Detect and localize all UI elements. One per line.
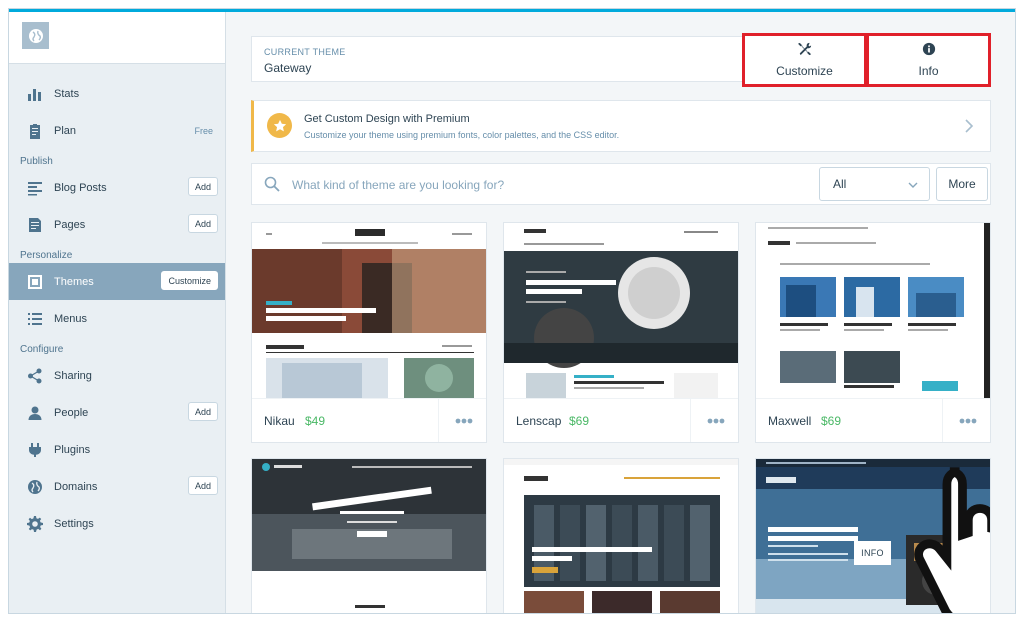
- theme-grid: Nikau $49 Lenscap $69 Maxwell $69 INFO: [251, 222, 991, 613]
- add-domain-button[interactable]: Add: [187, 476, 218, 495]
- sidebar-item-label: Plan: [54, 124, 77, 137]
- customize-theme-button[interactable]: Customize: [161, 271, 218, 290]
- chevron-down-icon: [907, 179, 919, 191]
- sidebar-item-plan[interactable]: Plan Free: [9, 112, 225, 149]
- sidebar-item-label: Sharing: [54, 369, 92, 382]
- search-icon: [264, 176, 280, 192]
- sidebar-item-menus[interactable]: Menus: [9, 300, 225, 337]
- theme-price: $69: [821, 414, 842, 428]
- theme-filter-select[interactable]: All: [819, 167, 930, 201]
- theme-info-row: Lenscap $69: [504, 398, 738, 442]
- ellipsis-icon: [455, 418, 472, 424]
- hand-cursor-icon: [914, 467, 990, 613]
- current-theme-label: CURRENT THEME: [264, 47, 346, 57]
- section-publish: Publish: [20, 156, 53, 167]
- more-filters-button[interactable]: More: [936, 167, 988, 201]
- theme-info-row: Nikau $49: [252, 398, 486, 442]
- theme-price: $49: [305, 414, 326, 428]
- sidebar-item-label: Blog Posts: [54, 181, 107, 194]
- theme-screenshot[interactable]: [756, 223, 990, 398]
- sidebar-item-label: Menus: [54, 312, 88, 325]
- sidebar-item-settings[interactable]: Settings: [9, 505, 225, 542]
- star-icon: [267, 113, 292, 138]
- theme-card-lenscap[interactable]: Lenscap $69: [503, 222, 739, 443]
- page-icon: [26, 216, 44, 234]
- sidebar-item-label: Plugins: [54, 443, 91, 456]
- info-button[interactable]: Info: [866, 33, 991, 87]
- ellipsis-icon: [707, 418, 724, 424]
- sidebar-item-label: Domains: [54, 480, 98, 493]
- theme-name[interactable]: Lenscap: [516, 414, 561, 428]
- sidebar-item-label: People: [54, 406, 89, 419]
- chevron-right-icon: [962, 118, 976, 134]
- add-people-button[interactable]: Add: [187, 402, 218, 421]
- theme-card-thefour[interactable]: [251, 458, 487, 613]
- section-configure: Configure: [20, 344, 64, 355]
- sidebar: Stats Plan Free Publish Blog Posts Add P…: [9, 12, 226, 613]
- domain-globe-icon: [26, 478, 44, 496]
- add-post-button[interactable]: Add: [187, 177, 218, 196]
- sidebar-item-plugins[interactable]: Plugins: [9, 431, 225, 468]
- tools-icon: [797, 42, 812, 59]
- sidebar-item-stats[interactable]: Stats: [9, 75, 225, 112]
- theme-screenshot[interactable]: [252, 459, 486, 613]
- plug-icon: [26, 441, 44, 459]
- bar-chart-icon: [26, 85, 44, 103]
- person-icon: [26, 404, 44, 422]
- theme-screenshot[interactable]: [504, 223, 738, 398]
- clipboard-icon: [26, 122, 44, 140]
- customize-label: Customize: [776, 64, 833, 78]
- info-label: Info: [918, 64, 939, 78]
- menu-list-icon: [26, 310, 44, 328]
- theme-name[interactable]: Maxwell: [768, 414, 811, 428]
- premium-title: Get Custom Design with Premium: [304, 113, 470, 125]
- globe-icon[interactable]: [22, 22, 49, 49]
- current-theme-bar: CURRENT THEME Gateway Customize Info: [251, 33, 991, 87]
- info-icon: [922, 42, 936, 59]
- app-frame: Stats Plan Free Publish Blog Posts Add P…: [8, 8, 1016, 614]
- filter-value: All: [833, 177, 847, 191]
- customize-button[interactable]: Customize: [742, 33, 867, 87]
- theme-card-nikau[interactable]: Nikau $49: [251, 222, 487, 443]
- theme-card-ixion[interactable]: [503, 458, 739, 613]
- more-options-button[interactable]: [942, 399, 990, 442]
- sidebar-item-people[interactable]: People Add: [9, 394, 225, 431]
- share-icon: [26, 367, 44, 385]
- more-options-button[interactable]: [438, 399, 486, 442]
- theme-card-vivaro[interactable]: INFO: [755, 458, 991, 613]
- plan-badge: Free: [194, 125, 213, 136]
- themes-icon: [26, 273, 44, 291]
- premium-description: Customize your theme using premium fonts…: [304, 130, 620, 140]
- site-header[interactable]: [9, 12, 225, 64]
- search-input[interactable]: [292, 175, 792, 195]
- theme-screenshot[interactable]: [252, 223, 486, 398]
- theme-screenshot[interactable]: INFO: [756, 459, 990, 613]
- sidebar-item-blog-posts[interactable]: Blog Posts Add: [9, 169, 225, 206]
- ellipsis-icon: [959, 418, 976, 424]
- sidebar-item-domains[interactable]: Domains Add: [9, 468, 225, 505]
- sidebar-item-label: Themes: [54, 275, 94, 288]
- sidebar-item-label: Settings: [54, 517, 94, 530]
- premium-upsell-banner[interactable]: Get Custom Design with Premium Customize…: [251, 100, 991, 152]
- gear-icon: [26, 515, 44, 533]
- theme-price: $69: [569, 414, 590, 428]
- current-theme-name: Gateway: [264, 61, 312, 75]
- theme-card-maxwell[interactable]: Maxwell $69: [755, 222, 991, 443]
- sidebar-item-label: Pages: [54, 218, 86, 231]
- theme-name[interactable]: Nikau: [264, 414, 295, 428]
- theme-search-bar: All More: [251, 163, 991, 205]
- posts-icon: [26, 179, 44, 197]
- theme-screenshot[interactable]: [504, 459, 738, 613]
- themes-main: CURRENT THEME Gateway Customize Info Get…: [251, 33, 991, 613]
- theme-info-row: Maxwell $69: [756, 398, 990, 442]
- sidebar-item-label: Stats: [54, 87, 80, 100]
- more-options-button[interactable]: [690, 399, 738, 442]
- section-personalize: Personalize: [20, 250, 73, 261]
- add-page-button[interactable]: Add: [187, 214, 218, 233]
- sidebar-item-themes[interactable]: Themes Customize: [9, 263, 225, 300]
- sidebar-item-pages[interactable]: Pages Add: [9, 206, 225, 243]
- sidebar-item-sharing[interactable]: Sharing: [9, 357, 225, 394]
